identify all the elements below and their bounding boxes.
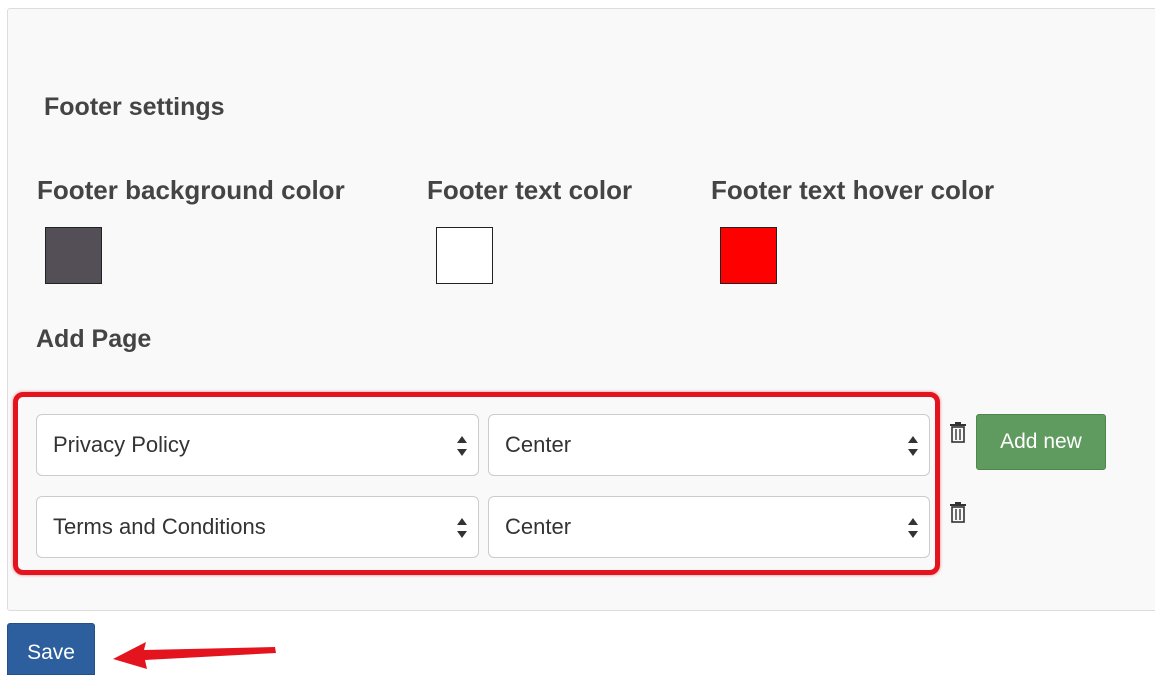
- background-color-swatch[interactable]: [45, 227, 102, 284]
- section-title: Footer settings: [44, 93, 225, 121]
- add-new-button[interactable]: Add new: [976, 414, 1106, 470]
- sort-arrows-icon: [457, 518, 467, 538]
- page-select-2-value: Terms and Conditions: [53, 514, 266, 539]
- sort-arrows-icon: [457, 436, 467, 456]
- page-select-1[interactable]: Privacy Policy: [36, 414, 479, 476]
- alignment-select-1[interactable]: Center: [488, 414, 930, 476]
- sort-arrows-icon: [908, 518, 918, 538]
- sort-arrows-icon: [908, 436, 918, 456]
- text-color-swatch[interactable]: [436, 227, 493, 284]
- trash-icon[interactable]: [948, 421, 968, 443]
- alignment-select-1-value: Center: [505, 432, 572, 457]
- trash-icon[interactable]: [948, 501, 968, 523]
- background-color-label: Footer background color: [37, 175, 345, 205]
- hover-color-swatch[interactable]: [720, 227, 777, 284]
- alignment-select-2-value: Center: [505, 514, 572, 539]
- page-select-2[interactable]: Terms and Conditions: [36, 496, 479, 558]
- text-color-label: Footer text color: [427, 175, 633, 205]
- add-page-title: Add Page: [36, 325, 152, 353]
- arrow-annotation-icon: [113, 642, 276, 669]
- save-button[interactable]: Save: [7, 623, 95, 675]
- alignment-select-2[interactable]: Center: [488, 496, 930, 558]
- hover-color-label: Footer text hover color: [711, 175, 995, 205]
- background-color-setting: Footer background color: [37, 175, 345, 284]
- hover-color-setting: Footer text hover color: [711, 175, 995, 284]
- text-color-setting: Footer text color: [427, 175, 633, 284]
- page-select-1-value: Privacy Policy: [53, 432, 190, 457]
